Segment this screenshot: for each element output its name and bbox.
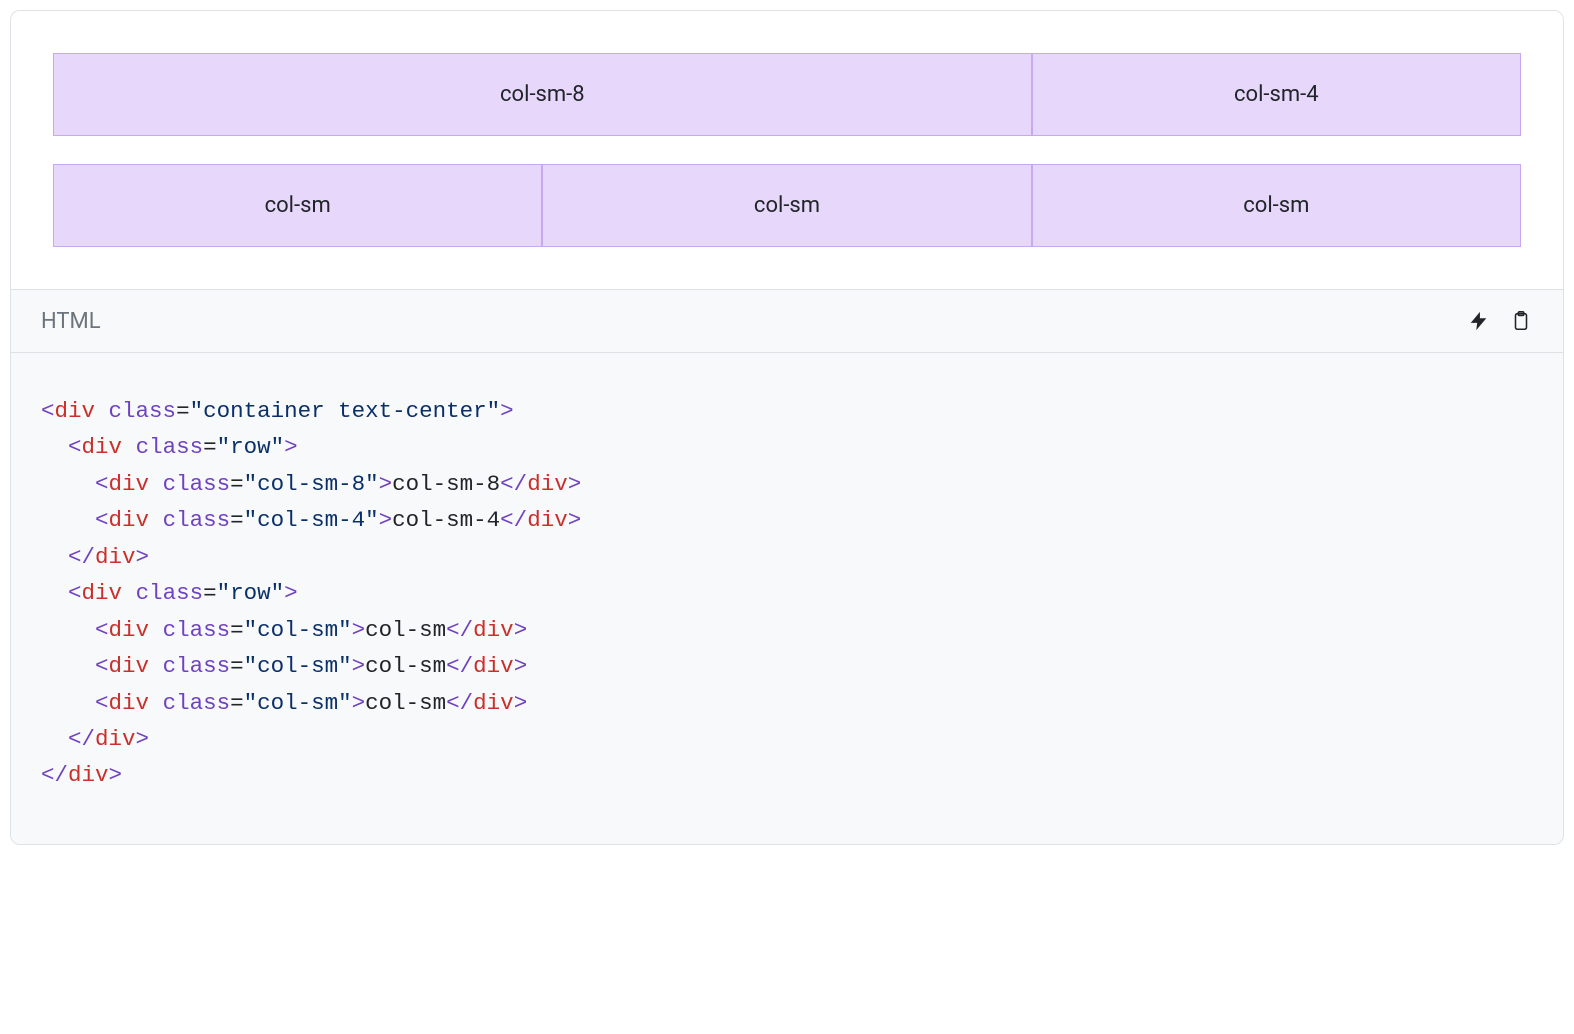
grid-row: col-sm-8 col-sm-4 [53,53,1521,136]
grid-col: col-sm [1032,164,1521,247]
clipboard-icon[interactable] [1509,308,1533,334]
preview-panel: col-sm-8 col-sm-4 col-sm col-sm col-sm [11,11,1563,289]
grid-col: col-sm [53,164,542,247]
language-label: HTML [41,309,101,334]
code-block: <div class="container text-center"> <div… [41,393,1533,794]
lightning-icon[interactable] [1467,308,1491,334]
code-toolbar: HTML [11,289,1563,353]
example-card: col-sm-8 col-sm-4 col-sm col-sm col-sm H… [10,10,1564,845]
grid-col: col-sm-4 [1032,53,1521,136]
grid-col: col-sm [542,164,1031,247]
toolbar-icons [1467,308,1533,334]
grid-col: col-sm-8 [53,53,1032,136]
code-panel: <div class="container text-center"> <div… [11,353,1563,844]
grid-row: col-sm col-sm col-sm [53,164,1521,247]
